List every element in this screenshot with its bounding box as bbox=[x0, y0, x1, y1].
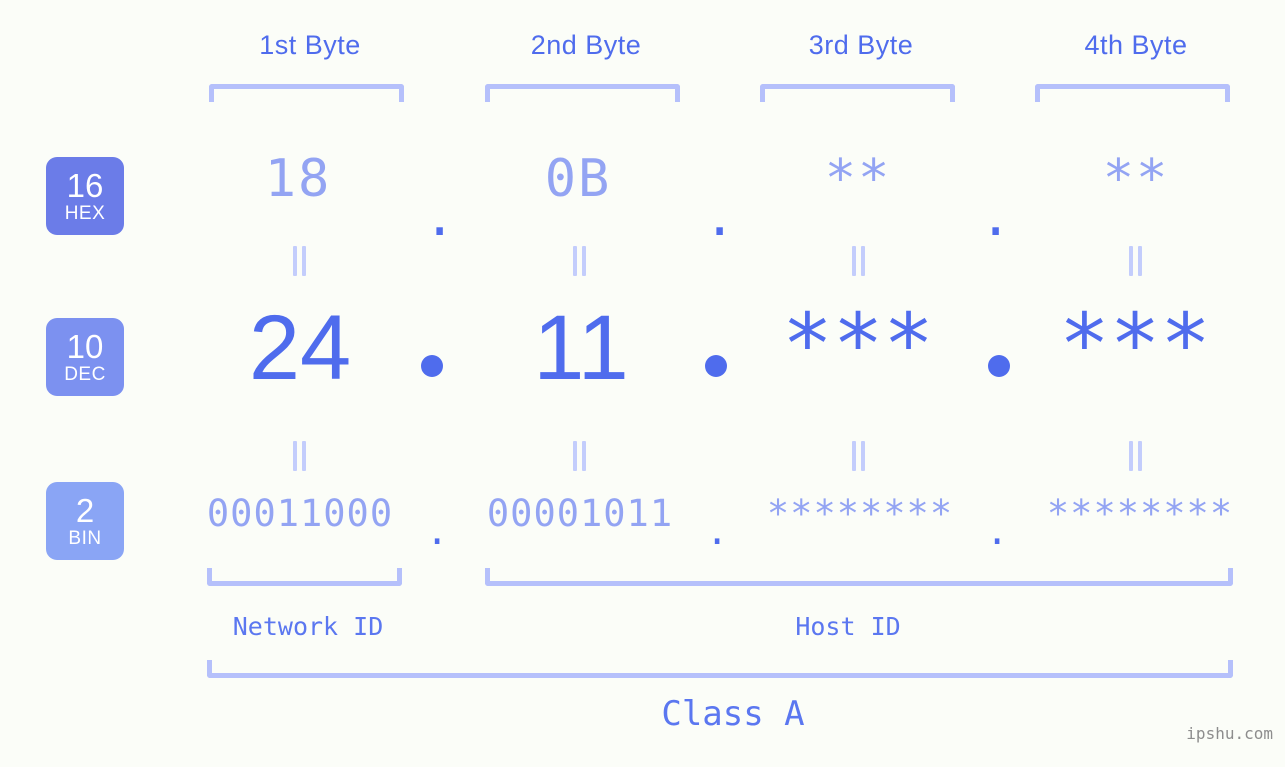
equals-connector-dec-bin-3 bbox=[849, 441, 869, 471]
dec-byte-4: *** bbox=[1059, 295, 1211, 393]
hex-byte-1: 18 bbox=[264, 149, 332, 209]
equals-connector-hex-dec-1 bbox=[290, 246, 310, 276]
base-badge-hex: 16 HEX bbox=[46, 157, 124, 235]
dec-byte-1: 24 bbox=[248, 297, 352, 399]
base-badge-bin-number: 2 bbox=[75, 492, 95, 529]
hex-separator-1: . bbox=[424, 188, 456, 248]
watermark: ipshu.com bbox=[1186, 724, 1273, 743]
hex-byte-2: 0B bbox=[544, 149, 612, 209]
host-id-label: Host ID bbox=[795, 612, 901, 641]
host-id-bracket bbox=[485, 568, 1233, 586]
byte-bracket-top-2 bbox=[485, 84, 680, 102]
ip-address-diagram: 1st Byte 2nd Byte 3rd Byte 4th Byte 16 H… bbox=[0, 0, 1285, 767]
bin-byte-3: ******** bbox=[766, 492, 954, 535]
equals-connector-hex-dec-2 bbox=[570, 246, 590, 276]
class-label: Class A bbox=[661, 694, 805, 734]
dec-separator-1 bbox=[421, 355, 443, 377]
base-badge-dec: 10 DEC bbox=[46, 318, 124, 396]
base-badge-dec-number: 10 bbox=[66, 328, 104, 365]
dec-separator-3 bbox=[988, 355, 1010, 377]
bin-byte-4: ******** bbox=[1046, 492, 1234, 535]
equals-connector-dec-bin-4 bbox=[1126, 441, 1146, 471]
byte-header-2: 2nd Byte bbox=[530, 30, 642, 60]
hex-byte-3: ** bbox=[824, 149, 892, 209]
byte-header-4: 4th Byte bbox=[1084, 30, 1188, 60]
base-badge-bin-label: BIN bbox=[68, 528, 102, 549]
class-bracket bbox=[207, 660, 1233, 678]
byte-bracket-top-1 bbox=[209, 84, 404, 102]
dec-byte-2: 11 bbox=[533, 297, 629, 399]
base-badge-bin: 2 BIN bbox=[46, 482, 124, 560]
equals-connector-dec-bin-2 bbox=[570, 441, 590, 471]
dec-separator-2 bbox=[705, 355, 727, 377]
bin-byte-1: 00011000 bbox=[206, 492, 394, 535]
equals-connector-dec-bin-1 bbox=[290, 441, 310, 471]
base-badge-hex-number: 16 bbox=[66, 167, 104, 204]
hex-separator-2: . bbox=[704, 188, 736, 248]
equals-connector-hex-dec-3 bbox=[849, 246, 869, 276]
network-id-label: Network ID bbox=[232, 612, 384, 641]
base-badge-dec-label: DEC bbox=[64, 364, 106, 385]
byte-bracket-top-3 bbox=[760, 84, 955, 102]
hex-byte-4: ** bbox=[1102, 149, 1170, 209]
byte-bracket-top-4 bbox=[1035, 84, 1230, 102]
byte-header-3: 3rd Byte bbox=[808, 30, 914, 60]
bin-byte-2: 00001011 bbox=[486, 492, 674, 535]
base-badge-hex-label: HEX bbox=[64, 203, 106, 224]
byte-header-1: 1st Byte bbox=[259, 30, 361, 60]
dec-byte-3: *** bbox=[782, 295, 934, 393]
hex-separator-3: . bbox=[980, 188, 1012, 248]
equals-connector-hex-dec-4 bbox=[1126, 246, 1146, 276]
network-id-bracket bbox=[207, 568, 402, 586]
